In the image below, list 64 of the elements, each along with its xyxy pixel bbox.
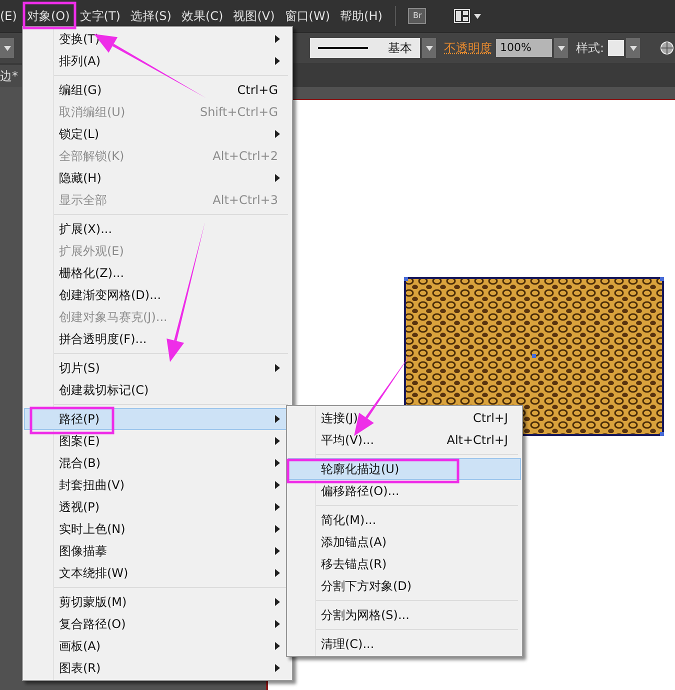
style-swatch[interactable]: [608, 40, 624, 56]
menu-item[interactable]: 分割下方对象(D): [288, 575, 521, 597]
menu-item[interactable]: 栅格化(Z)...: [24, 262, 291, 284]
caret-icon: [474, 14, 482, 18]
submenu-arrow-icon: [275, 130, 280, 138]
menu-item[interactable]: 切片(S): [24, 357, 291, 379]
menu-bar-item[interactable]: 选择(S): [125, 7, 176, 25]
menu-item[interactable]: 编组(G) Ctrl+G: [24, 79, 291, 101]
menu-item[interactable]: 连接(J) Ctrl+J: [288, 407, 521, 429]
dropdown-button[interactable]: [0, 38, 14, 58]
menu-bar-item[interactable]: 文字(T): [74, 7, 126, 25]
caret-icon: [4, 46, 10, 50]
caret-icon: [558, 46, 564, 50]
menu-item[interactable]: 创建渐变网格(D)...: [24, 284, 291, 306]
submenu-arrow-icon: [275, 481, 280, 489]
menu-item[interactable]: 简化(M)...: [288, 509, 521, 531]
submenu-arrow-icon: [275, 437, 280, 445]
globe-icon[interactable]: [660, 41, 674, 55]
opacity-field[interactable]: 100%: [496, 39, 552, 57]
menu-item[interactable]: 拼合透明度(F)...: [24, 328, 291, 350]
bridge-button[interactable]: Br: [408, 8, 426, 24]
menu-bar-item[interactable]: 帮助(H): [335, 7, 388, 25]
submenu-arrow-icon: [275, 503, 280, 511]
menu-item[interactable]: 移去锚点(R): [288, 553, 521, 575]
dropdown-button[interactable]: [626, 38, 640, 58]
submenu-arrow-icon: [275, 415, 280, 423]
menu-item[interactable]: 平均(V)... Alt+Ctrl+J: [288, 429, 521, 451]
dropdown-button[interactable]: [554, 38, 568, 58]
submenu-arrow-icon: [275, 525, 280, 533]
menu-item[interactable]: 扩展(X)...: [24, 218, 291, 240]
stroke-profile-dropdown[interactable]: 基本: [310, 38, 420, 58]
caret-icon: [630, 46, 637, 50]
menu-bar-item[interactable]: 窗口(W): [280, 7, 336, 25]
menu-bar-item[interactable]: (E): [0, 7, 22, 25]
opacity-link[interactable]: 不透明度: [444, 39, 492, 57]
highlight-frame: [22, 2, 76, 30]
submenu-arrow-icon: [275, 569, 280, 577]
menu-item[interactable]: 排列(A): [24, 50, 291, 72]
dropdown-button[interactable]: [422, 38, 436, 58]
menu-bar-item[interactable]: 效果(C): [176, 7, 228, 25]
caret-icon: [426, 46, 432, 50]
menu-bar-item[interactable]: 视图(V): [228, 7, 280, 25]
submenu-arrow-icon: [275, 174, 280, 182]
workspace-switcher[interactable]: [454, 9, 482, 23]
menu-bar-item[interactable]: 对象(O): [22, 7, 75, 25]
layout-icon: [454, 9, 470, 23]
submenu-arrow-icon: [275, 57, 280, 65]
submenu-arrow-icon: [275, 664, 280, 672]
menu-item[interactable]: 添加锚点(A): [288, 531, 521, 553]
submenu-arrow-icon: [275, 35, 280, 43]
menu-item[interactable]: 创建裁切标记(C): [24, 379, 291, 401]
submenu-arrow-icon: [275, 642, 280, 650]
menu-item[interactable]: 图表(R): [24, 657, 291, 679]
style-label: 样式:: [576, 40, 604, 57]
submenu-arrow-icon: [275, 459, 280, 467]
menu-item[interactable]: 清理(C)...: [288, 633, 521, 655]
menu-item[interactable]: 分割为网格(S)...: [288, 604, 521, 626]
submenu-arrow-icon: [275, 620, 280, 628]
menu-item[interactable]: 隐藏(H): [24, 167, 291, 189]
menu-item[interactable]: 锁定(L): [24, 123, 291, 145]
submenu-arrow-icon: [275, 364, 280, 372]
submenu-arrow-icon: [275, 598, 280, 606]
submenu-arrow-icon: [275, 547, 280, 555]
menu-item[interactable]: 偏移路径(O)...: [288, 480, 521, 502]
